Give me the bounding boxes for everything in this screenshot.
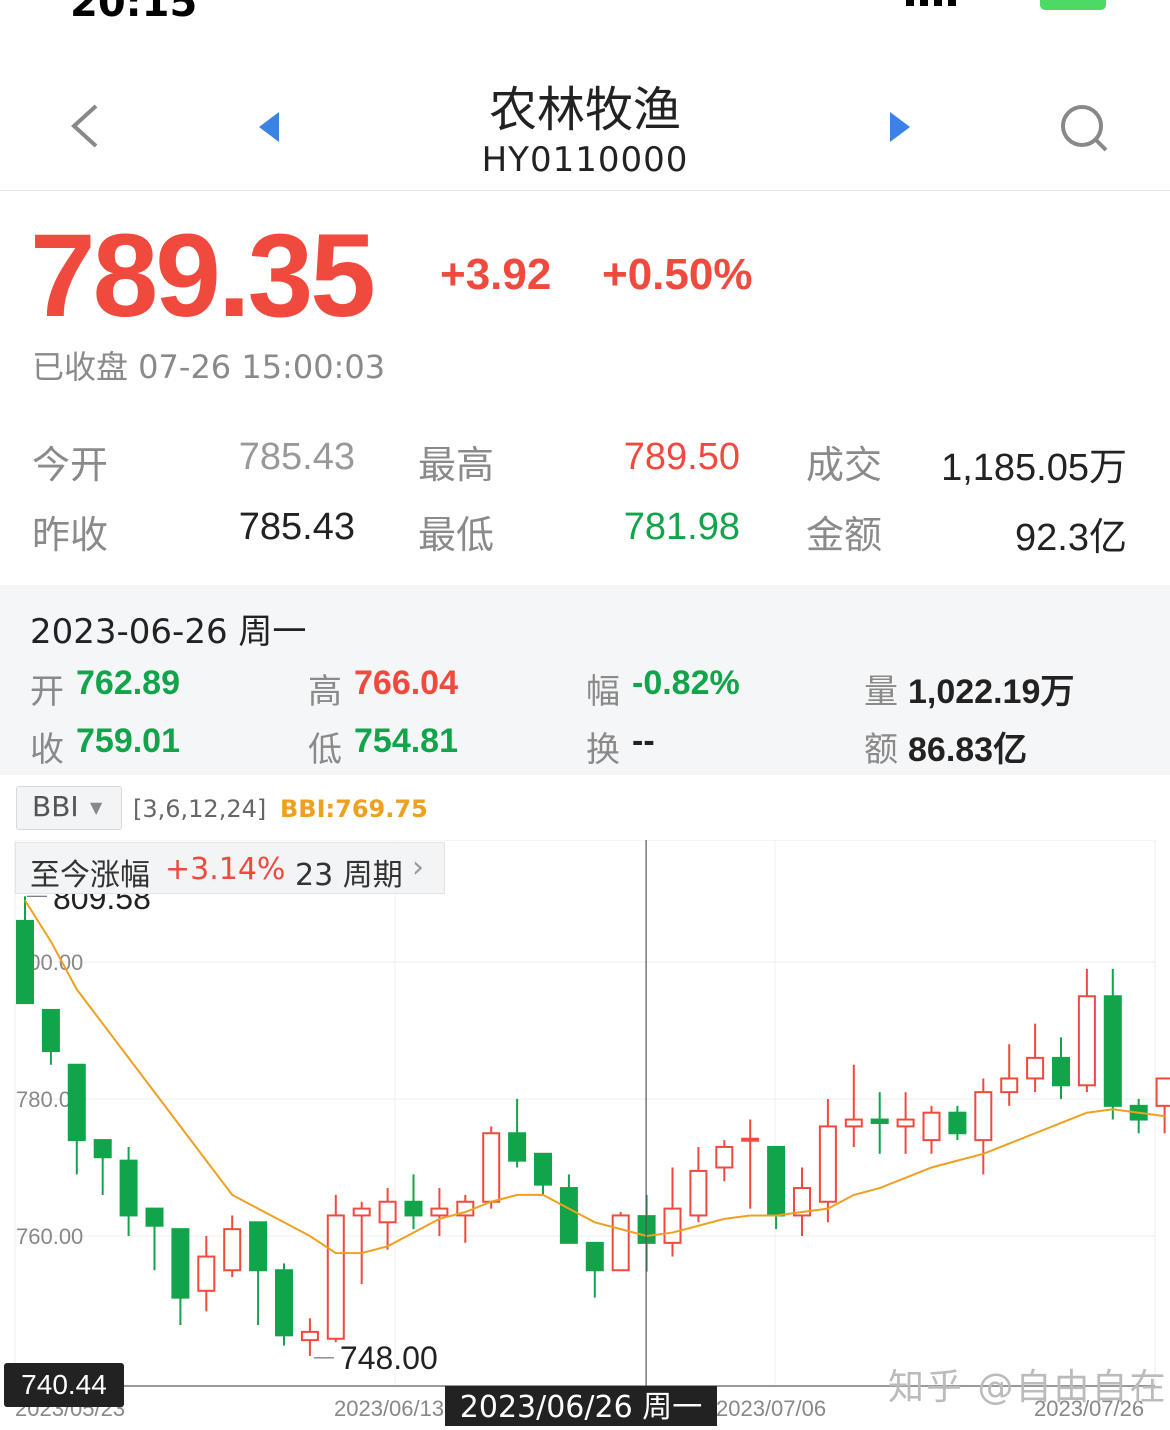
detail-vol: 1,022.19万 xyxy=(908,673,1075,711)
price-change-pct: +0.50% xyxy=(602,250,753,299)
kline-chart[interactable]: 800.00780.00760.00809.58748.002023/05/23… xyxy=(0,840,1170,1426)
candle-body xyxy=(715,1145,734,1169)
amount-value: 92.3亿 xyxy=(1015,517,1127,559)
detail-high-label: 高 xyxy=(308,672,342,712)
price-change: +3.92 xyxy=(440,250,552,299)
amount-label: 金额 xyxy=(806,513,883,557)
candle-body xyxy=(844,1118,863,1128)
status-time: 20:15 xyxy=(70,0,198,26)
cursor-date-tag: 2023/06/26 周一 xyxy=(445,1386,717,1426)
candle-body xyxy=(741,1137,760,1142)
candle-body xyxy=(275,1269,293,1337)
range-value: +3.14% xyxy=(165,852,286,887)
bbi-line xyxy=(24,899,1165,1255)
range-label: 至今涨幅 xyxy=(30,858,150,893)
detail-amount-label: 额 xyxy=(864,730,898,770)
volume-value: 1,185.05万 xyxy=(941,447,1127,489)
search-icon[interactable] xyxy=(1058,102,1110,154)
candle-body xyxy=(1155,1077,1170,1107)
candle-body xyxy=(508,1132,527,1162)
candle-body xyxy=(326,1214,345,1340)
detail-open-label: 开 xyxy=(30,672,64,712)
candle-body xyxy=(67,1063,86,1142)
candle-body xyxy=(896,1118,915,1128)
x-tick-label: 2023/07/06 xyxy=(716,1396,826,1421)
candle-body xyxy=(1052,1056,1070,1087)
candle-body xyxy=(663,1207,682,1244)
candle-body xyxy=(1103,995,1122,1107)
prev-close-label: 昨收 xyxy=(32,513,109,557)
watermark: 知乎 @自由自在 xyxy=(888,1367,1168,1408)
detail-range: -0.82% xyxy=(632,664,740,702)
x-tick-label: 2023/06/13 xyxy=(334,1396,444,1421)
candle-body xyxy=(482,1132,501,1203)
indicator-params: [3,6,12,24] xyxy=(133,795,267,823)
detail-turnover-label: 换 xyxy=(586,730,620,770)
status-bar-icons xyxy=(906,0,1106,10)
candle-body xyxy=(767,1145,786,1217)
range-period: 23 周期 xyxy=(295,858,403,893)
detail-close: 759.01 xyxy=(76,722,180,760)
market-status: 已收盘 07-26 15:00:03 xyxy=(32,348,386,386)
indicator-value: BBI:769.75 xyxy=(280,795,428,823)
page-title: 农林牧渔 xyxy=(488,82,681,138)
candle-body xyxy=(1026,1056,1045,1080)
index-code: HY0110000 xyxy=(481,140,689,180)
candle-body xyxy=(611,1214,630,1272)
cursor-price-tag: 740.44 xyxy=(4,1363,124,1407)
candle-body xyxy=(1000,1077,1019,1094)
detail-date: 2023-06-26 周一 xyxy=(30,612,307,652)
candle-body xyxy=(223,1228,242,1272)
candle-body xyxy=(559,1187,578,1244)
candle-body xyxy=(119,1159,138,1217)
candle-body xyxy=(922,1111,941,1142)
candle-body xyxy=(870,1118,889,1124)
high-label: 最高 xyxy=(418,443,495,487)
candle-body xyxy=(585,1241,604,1272)
current-price: 789.35 xyxy=(30,210,376,342)
candle-body xyxy=(197,1255,216,1292)
min-label: 748.00 xyxy=(340,1340,438,1376)
candle-body xyxy=(404,1200,423,1217)
detail-high: 766.04 xyxy=(354,664,458,702)
candle-body xyxy=(378,1200,397,1224)
candle-body xyxy=(300,1330,319,1342)
prev-close-value: 785.43 xyxy=(238,506,355,548)
detail-vol-label: 量 xyxy=(864,672,898,712)
candle-body xyxy=(93,1139,112,1159)
candle-body xyxy=(974,1091,993,1142)
candle-body xyxy=(430,1207,449,1217)
detail-amount: 86.83亿 xyxy=(908,731,1028,769)
indicator-name: BBI xyxy=(32,790,79,823)
y-tick-label: 760.00 xyxy=(16,1224,83,1249)
next-arrow-icon[interactable] xyxy=(888,110,914,144)
candle-body xyxy=(145,1207,164,1227)
detail-low-label: 低 xyxy=(308,730,342,770)
low-label: 最低 xyxy=(418,513,495,557)
chevron-right-icon: › xyxy=(412,850,424,885)
volume-label: 成交 xyxy=(806,443,883,487)
detail-turnover: -- xyxy=(632,722,655,760)
candle-body xyxy=(534,1152,552,1186)
open-value: 785.43 xyxy=(238,436,355,478)
candle-body xyxy=(249,1221,268,1272)
high-value: 789.50 xyxy=(623,436,740,478)
detail-range-label: 幅 xyxy=(586,672,620,712)
candle-body xyxy=(948,1111,967,1135)
candle-body xyxy=(689,1169,708,1217)
candle-body xyxy=(41,1008,60,1053)
open-label: 今开 xyxy=(32,443,109,487)
candle-body xyxy=(16,919,34,1005)
detail-low: 754.81 xyxy=(354,722,458,760)
candle-body xyxy=(1077,995,1096,1087)
dropdown-arrow-icon: ▼ xyxy=(90,798,103,817)
low-value: 781.98 xyxy=(623,506,740,548)
detail-open: 762.89 xyxy=(76,664,180,702)
candle-body xyxy=(818,1125,837,1203)
candle-body xyxy=(171,1228,190,1299)
candle-body xyxy=(352,1207,371,1217)
detail-close-label: 收 xyxy=(30,730,64,770)
